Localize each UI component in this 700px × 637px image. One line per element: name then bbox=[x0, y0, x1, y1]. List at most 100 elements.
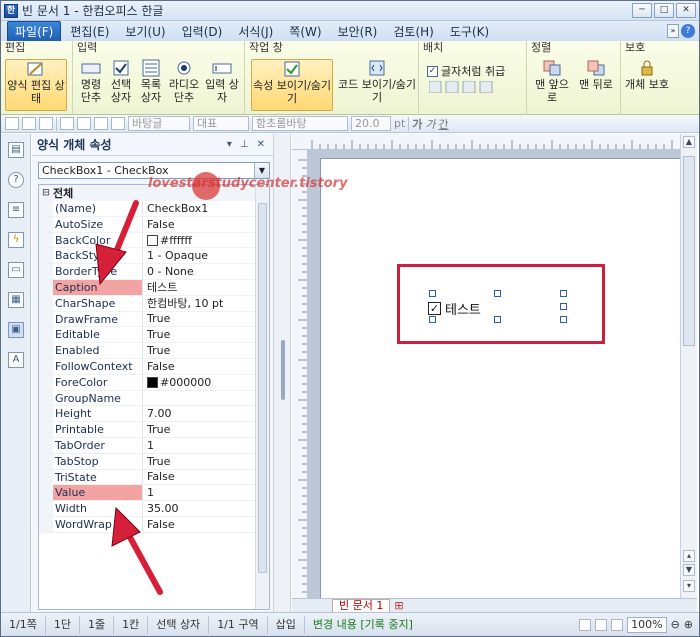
document-page[interactable] bbox=[320, 158, 680, 598]
bold-button[interactable]: 가 bbox=[412, 116, 422, 132]
scroll-thumb[interactable] bbox=[258, 203, 267, 573]
property-value[interactable]: False bbox=[143, 359, 269, 374]
property-row-drawframe[interactable]: DrawFrame True bbox=[39, 311, 269, 328]
property-value[interactable]: True bbox=[143, 422, 269, 437]
list-icon[interactable]: ≡ bbox=[8, 202, 24, 218]
treat-as-char-checkbox[interactable]: ✓ 글자처럼 취급 bbox=[427, 63, 505, 79]
property-value[interactable]: 0 - None bbox=[143, 264, 269, 279]
menu-page[interactable]: 쪽(W) bbox=[282, 22, 328, 41]
scroll-down-icon[interactable]: ▼ bbox=[683, 564, 695, 576]
property-row-editable[interactable]: Editable True bbox=[39, 327, 269, 344]
code-toggle-button[interactable]: 코드 보이기/숨기기 bbox=[337, 59, 417, 104]
print-icon[interactable] bbox=[60, 117, 74, 130]
splitter-grip[interactable] bbox=[281, 340, 285, 400]
menu-format[interactable]: 서식(J) bbox=[231, 22, 280, 41]
collapse-icon[interactable]: ⊟ bbox=[39, 188, 53, 198]
property-row-groupname[interactable]: GroupName bbox=[39, 390, 269, 407]
table-icon[interactable]: ▦ bbox=[8, 292, 24, 308]
new-tab-icon[interactable]: ⊞ bbox=[394, 599, 403, 612]
horizontal-ruler[interactable] bbox=[292, 134, 680, 150]
menu-input[interactable]: 입력(D) bbox=[175, 22, 230, 41]
minimize-button[interactable]: ─ bbox=[632, 3, 652, 18]
property-value[interactable]: True bbox=[143, 454, 269, 469]
property-value[interactable]: 1 - Opaque bbox=[143, 248, 269, 263]
property-value[interactable]: True bbox=[143, 343, 269, 358]
outline-select[interactable]: 대표 bbox=[193, 116, 249, 131]
property-value[interactable]: 테스트 bbox=[143, 280, 269, 295]
menu-security[interactable]: 보안(R) bbox=[331, 22, 385, 41]
scroll-up-icon[interactable]: ▲ bbox=[683, 136, 695, 148]
page-icon[interactable]: ▭ bbox=[8, 262, 24, 278]
property-row-backstyle[interactable]: BackStyle 1 - Opaque bbox=[39, 248, 269, 265]
input-box-tool[interactable]: 입력 상자 bbox=[205, 59, 239, 104]
style-select[interactable]: 바탕글 bbox=[128, 116, 190, 131]
close-button[interactable]: ✕ bbox=[676, 3, 696, 18]
command-button-tool[interactable]: 명령 단추 bbox=[77, 59, 105, 104]
property-value[interactable]: False bbox=[143, 469, 269, 484]
property-scrollbar[interactable] bbox=[255, 185, 269, 609]
page-up-icon[interactable]: ▴ bbox=[683, 550, 695, 562]
property-row-backcolor[interactable]: BackColor #ffffff bbox=[39, 232, 269, 249]
property-row-followcontext[interactable]: FollowContext False bbox=[39, 358, 269, 375]
pane-close-icon[interactable]: ✕ bbox=[257, 139, 265, 150]
property-row-tabstop[interactable]: TabStop True bbox=[39, 453, 269, 470]
underline-button[interactable]: 간 bbox=[439, 116, 449, 132]
property-row-autosize[interactable]: AutoSize False bbox=[39, 216, 269, 233]
property-value[interactable]: 1 bbox=[143, 438, 269, 453]
text-art-icon[interactable]: A bbox=[8, 352, 24, 368]
font-size-input[interactable]: 20.0 bbox=[351, 116, 391, 131]
property-row-name[interactable]: (Name) CheckBox1 bbox=[39, 201, 269, 217]
status-track-changes[interactable]: 변경 내용 [기록 중지] bbox=[305, 616, 421, 634]
vertical-ruler[interactable] bbox=[292, 150, 308, 598]
zoom-level[interactable]: 100% bbox=[627, 616, 667, 633]
property-row-taborder[interactable]: TabOrder 1 bbox=[39, 437, 269, 454]
property-value[interactable]: True bbox=[143, 311, 269, 326]
zoom-in-icon[interactable]: ⊕ bbox=[684, 618, 693, 631]
send-back-button[interactable]: 맨 뒤로 bbox=[575, 59, 617, 91]
property-value[interactable]: False bbox=[143, 217, 269, 232]
property-row-wordwrap[interactable]: WordWrap False bbox=[39, 516, 269, 533]
italic-button[interactable]: 가 bbox=[425, 116, 435, 132]
lightning-icon[interactable]: ϟ bbox=[8, 232, 24, 248]
zoom-out-icon[interactable]: ⊖ bbox=[671, 618, 680, 631]
property-row-bordertype[interactable]: BorderType 0 - None bbox=[39, 264, 269, 280]
menu-view[interactable]: 보기(U) bbox=[118, 22, 172, 41]
book-icon[interactable]: ▤ bbox=[8, 142, 24, 158]
property-row-charshape[interactable]: CharShape 한컴바탕, 10 pt bbox=[39, 295, 269, 312]
preview-icon[interactable] bbox=[77, 117, 91, 130]
pane-splitter[interactable] bbox=[273, 134, 291, 612]
property-value[interactable]: 1 bbox=[143, 485, 269, 500]
pane-dropdown-icon[interactable]: ▾ bbox=[227, 139, 232, 150]
document-scrollbar[interactable]: ▲ ▴ ▼ ▾ bbox=[680, 134, 697, 598]
maximize-button[interactable]: □ bbox=[654, 3, 674, 18]
page-view-icon[interactable] bbox=[595, 618, 608, 631]
property-row-tristate[interactable]: TriState False bbox=[39, 469, 269, 486]
property-value[interactable]: False bbox=[143, 517, 269, 532]
undo-icon[interactable] bbox=[94, 117, 108, 130]
property-value[interactable]: 35.00 bbox=[143, 501, 269, 516]
form-props-icon[interactable]: ▣ bbox=[8, 322, 24, 338]
pin-icon[interactable]: ⊥ bbox=[240, 139, 249, 150]
normal-view-icon[interactable] bbox=[579, 618, 592, 631]
property-value[interactable]: #000000 bbox=[143, 375, 269, 390]
font-select[interactable]: 함초롬바탕 bbox=[252, 116, 348, 131]
save-icon[interactable] bbox=[39, 117, 53, 130]
help-circle-icon[interactable]: ? bbox=[8, 172, 24, 188]
document-tab[interactable]: 빈 문서 1 bbox=[332, 598, 391, 613]
bring-front-button[interactable]: 맨 앞으로 bbox=[531, 59, 573, 104]
wrap-options-icons[interactable] bbox=[429, 81, 495, 93]
property-row-caption[interactable]: Caption 테스트 bbox=[39, 279, 269, 296]
object-protect-button[interactable]: 개체 보호 bbox=[625, 59, 669, 91]
list-box-tool[interactable]: 목록 상자 bbox=[137, 59, 165, 104]
property-row-enabled[interactable]: Enabled True bbox=[39, 343, 269, 359]
menu-review[interactable]: 검토(H) bbox=[386, 22, 440, 41]
menu-file[interactable]: 파일(F) bbox=[7, 20, 62, 42]
property-row-forecolor[interactable]: ForeColor #000000 bbox=[39, 374, 269, 391]
scroll-thumb[interactable] bbox=[683, 156, 695, 346]
radio-button-tool[interactable]: 라디오 단추 bbox=[167, 59, 201, 104]
property-row-width[interactable]: Width 35.00 bbox=[39, 501, 269, 517]
page-down-icon[interactable]: ▾ bbox=[683, 580, 695, 592]
document-area[interactable] bbox=[308, 150, 680, 598]
property-value[interactable]: 한컴바탕, 10 pt bbox=[143, 296, 269, 311]
property-value[interactable]: #ffffff bbox=[143, 233, 269, 248]
